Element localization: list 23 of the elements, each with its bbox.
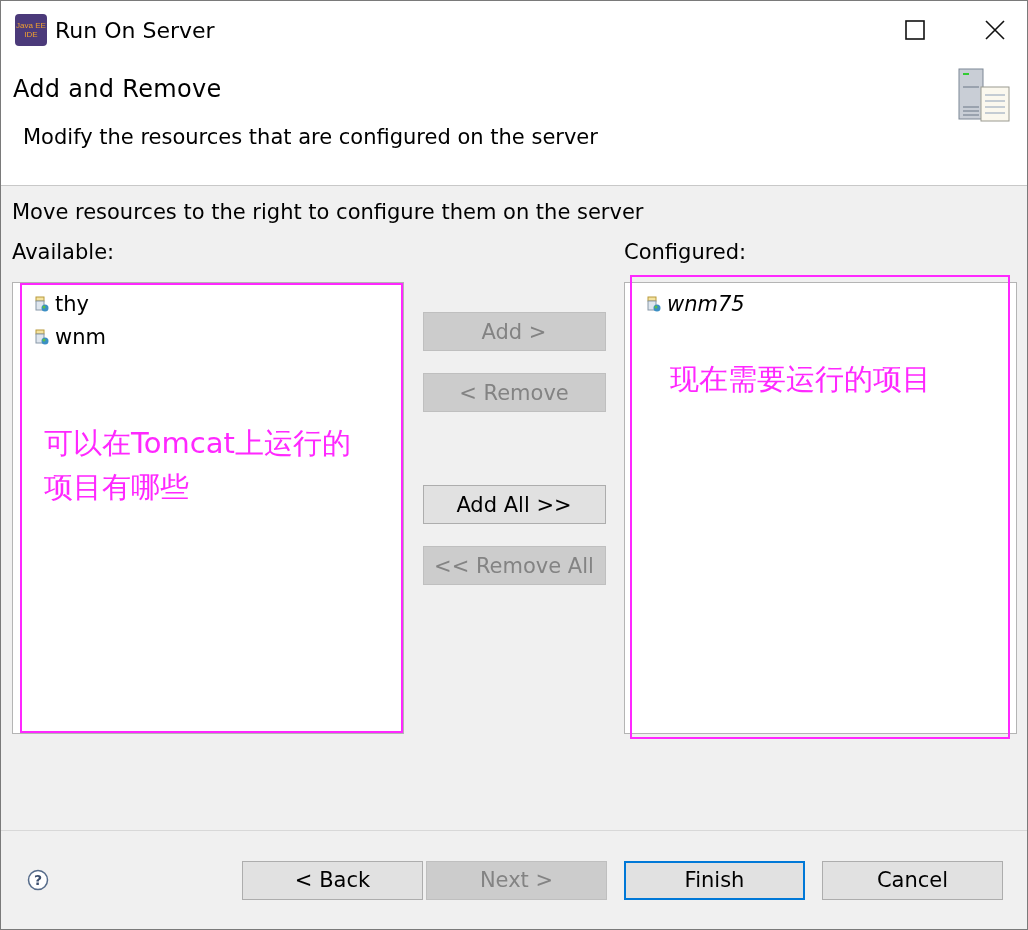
page-title: Add and Remove: [13, 75, 223, 103]
wizard-button[interactable]: Cancel: [822, 860, 1003, 900]
wizard-button[interactable]: Finish: [624, 860, 805, 900]
project-icon: [35, 328, 49, 345]
app-icon: Java EE IDE: [15, 14, 47, 46]
close-icon[interactable]: [985, 20, 1005, 40]
project-item[interactable]: wnm: [55, 324, 106, 349]
maximize-icon[interactable]: [905, 20, 925, 40]
project-item[interactable]: thy: [55, 291, 89, 316]
resource-list[interactable]: thy wnm 可以在Tomcat上运行的项目有哪些: [12, 282, 404, 734]
instruction-text: Move resources to the right to configure them on the server: [12, 200, 645, 224]
list-label: Available:: [12, 240, 116, 266]
window-title: Run On Server: [55, 17, 215, 43]
move-button[interactable]: Add All >>: [422, 485, 606, 524]
annotation-text: 可以在Tomcat上运行的项目有哪些: [44, 425, 352, 506]
list-label: Configured:: [624, 240, 748, 266]
wizard-button[interactable]: < Back: [242, 860, 423, 900]
page-description: Modify the resources that are configured on the server: [23, 125, 599, 149]
project-icon: [647, 295, 661, 312]
project-icon: [35, 295, 49, 312]
help-icon[interactable]: ?: [27, 869, 49, 891]
project-item[interactable]: wnm75: [667, 291, 745, 316]
annotation-text: 现在需要运行的项目: [670, 361, 932, 398]
